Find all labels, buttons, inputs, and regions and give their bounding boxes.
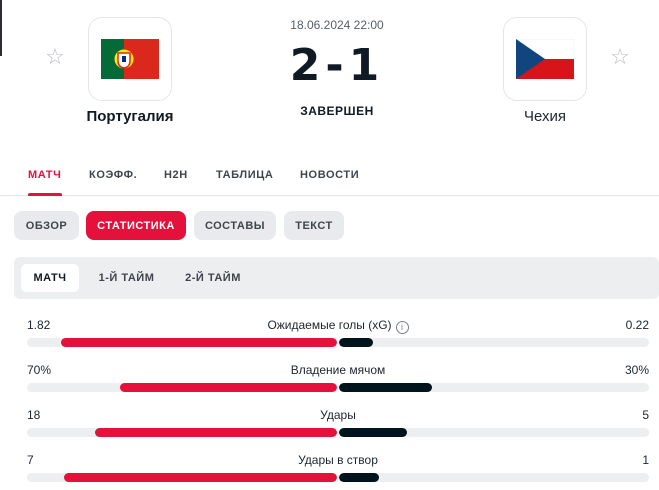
home-stat-bar bbox=[120, 383, 337, 392]
stat-home-value: 1.82 bbox=[27, 318, 51, 332]
favorite-home-star-icon[interactable]: ☆ bbox=[44, 46, 66, 68]
tab-odds[interactable]: КОЭФФ. bbox=[89, 169, 137, 181]
tab-h2h[interactable]: H2H bbox=[164, 169, 188, 181]
away-stat-bar bbox=[339, 338, 374, 347]
subtab-summary[interactable]: ОБЗОР bbox=[14, 211, 79, 240]
away-team-logo[interactable] bbox=[503, 17, 587, 101]
home-stat-track bbox=[27, 473, 337, 482]
stat-label: Владение мячом bbox=[290, 363, 386, 377]
stat-label: Удары bbox=[320, 408, 356, 422]
tab-news[interactable]: НОВОСТИ bbox=[300, 169, 359, 181]
home-stat-bar bbox=[64, 473, 337, 482]
stat-home-value: 7 bbox=[27, 453, 34, 467]
home-stat-track bbox=[27, 428, 337, 437]
active-tab-indicator bbox=[28, 193, 62, 196]
home-team-logo[interactable] bbox=[88, 17, 172, 101]
period-first-half[interactable]: 1-Й ТАЙМ bbox=[89, 264, 164, 292]
home-stat-track bbox=[27, 383, 337, 392]
tab-standings[interactable]: ТАБЛИЦА bbox=[216, 169, 273, 181]
favorite-away-star-icon[interactable]: ☆ bbox=[609, 46, 631, 68]
home-stat-bar bbox=[61, 338, 337, 347]
stat-home-value: 18 bbox=[27, 408, 41, 422]
away-team-name[interactable]: Чехия bbox=[465, 108, 625, 125]
tab-match[interactable]: МАТЧ bbox=[28, 169, 61, 181]
away-stat-bar bbox=[339, 428, 408, 437]
stat-row: 70% Владение мячом 30% bbox=[27, 363, 649, 409]
subtab-statistics[interactable]: СТАТИСТИКА bbox=[86, 211, 186, 240]
stat-label-text: Ожидаемые голы (xG) bbox=[267, 318, 392, 332]
stat-home-value: 70% bbox=[27, 363, 52, 377]
stat-away-value: 0.22 bbox=[625, 318, 649, 332]
match-header: ☆ Португалия 18.06.2024 22:00 2-1 ЗАВЕРШ… bbox=[0, 0, 659, 140]
stat-row: 18 Удары 5 bbox=[27, 408, 649, 454]
home-stat-bar bbox=[95, 428, 337, 437]
stat-row: 7 Удары в створ 1 bbox=[27, 453, 649, 490]
period-second-half[interactable]: 2-Й ТАЙМ bbox=[174, 264, 252, 292]
away-stat-bar bbox=[339, 473, 380, 482]
period-match[interactable]: МАТЧ bbox=[21, 264, 79, 292]
stat-away-value: 5 bbox=[642, 408, 649, 422]
portugal-flag-icon bbox=[101, 39, 159, 79]
subtab-lineups[interactable]: СОСТАВЫ bbox=[194, 211, 276, 240]
match-score: 2-1 bbox=[289, 40, 385, 91]
stat-away-value: 1 bbox=[642, 453, 649, 467]
home-stat-track bbox=[27, 338, 337, 347]
away-stat-track bbox=[339, 473, 649, 482]
home-team-name[interactable]: Португалия bbox=[50, 108, 210, 125]
stat-label: Удары в створ bbox=[298, 453, 378, 467]
away-stat-bar bbox=[339, 383, 432, 392]
czech-flag-icon bbox=[516, 39, 574, 79]
stat-row: 1.82 Ожидаемые голы (xG) i 0.22 bbox=[27, 318, 649, 364]
away-stat-track bbox=[339, 428, 649, 437]
away-stat-track bbox=[339, 383, 649, 392]
stat-label: Ожидаемые голы (xG) i bbox=[138, 318, 538, 334]
stat-away-value: 30% bbox=[624, 363, 649, 377]
info-icon[interactable]: i bbox=[395, 321, 409, 334]
main-tabs: МАТЧ КОЭФФ. H2H ТАБЛИЦА НОВОСТИ bbox=[0, 155, 659, 196]
match-datetime: 18.06.2024 22:00 bbox=[290, 18, 384, 32]
away-stat-track bbox=[339, 338, 649, 347]
period-selector: МАТЧ 1-Й ТАЙМ 2-Й ТАЙМ bbox=[14, 257, 659, 299]
subtab-commentary[interactable]: ТЕКСТ bbox=[284, 211, 344, 240]
match-status: ЗАВЕРШЕН bbox=[300, 104, 374, 118]
